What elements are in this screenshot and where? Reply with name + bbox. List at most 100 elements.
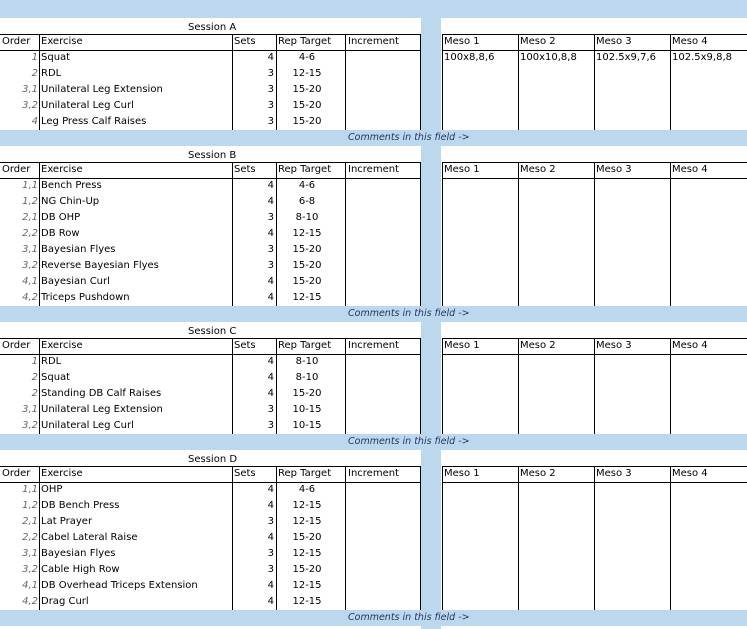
order-cell[interactable]: 1,2: [0, 498, 38, 514]
sets-cell[interactable]: 4: [233, 354, 274, 370]
order-cell[interactable]: 2,2: [0, 530, 38, 546]
sets-cell[interactable]: 3: [233, 546, 274, 562]
order-cell[interactable]: 1: [0, 354, 38, 370]
rep-target-cell[interactable]: 4-6: [277, 482, 337, 498]
order-cell[interactable]: 1: [0, 50, 38, 66]
sets-cell[interactable]: 4: [233, 386, 274, 402]
rep-target-cell[interactable]: 15-20: [277, 98, 337, 114]
exercise-cell[interactable]: Standing DB Calf Raises: [41, 386, 161, 402]
order-cell[interactable]: 4,2: [0, 594, 38, 610]
exercise-cell[interactable]: Squat: [41, 50, 70, 66]
exercise-cell[interactable]: RDL: [41, 354, 61, 370]
rep-target-cell[interactable]: 15-20: [277, 386, 337, 402]
rep-target-cell[interactable]: 12-15: [277, 66, 337, 82]
exercise-cell[interactable]: Unilateral Leg Curl: [41, 98, 134, 114]
order-cell[interactable]: 3,2: [0, 562, 38, 578]
rep-target-cell[interactable]: 15-20: [277, 274, 337, 290]
rep-target-cell[interactable]: 15-20: [277, 562, 337, 578]
sets-cell[interactable]: 3: [233, 82, 274, 98]
sets-cell[interactable]: 3: [233, 98, 274, 114]
order-cell[interactable]: 1,1: [0, 482, 38, 498]
order-cell[interactable]: 3,1: [0, 82, 38, 98]
exercise-cell[interactable]: Cable High Row: [41, 562, 120, 578]
order-cell[interactable]: 3,1: [0, 402, 38, 418]
rep-target-cell[interactable]: 15-20: [277, 242, 337, 258]
sets-cell[interactable]: 4: [233, 370, 274, 386]
exercise-cell[interactable]: Bayesian Flyes: [41, 546, 116, 562]
exercise-cell[interactable]: Cabel Lateral Raise: [41, 530, 138, 546]
order-cell[interactable]: 2: [0, 370, 38, 386]
order-cell[interactable]: 2: [0, 386, 38, 402]
order-cell[interactable]: 3,1: [0, 242, 38, 258]
rep-target-cell[interactable]: 12-15: [277, 578, 337, 594]
meso-value[interactable]: 102.5x9,8,8: [672, 50, 732, 66]
sets-cell[interactable]: 3: [233, 242, 274, 258]
rep-target-cell[interactable]: 12-15: [277, 514, 337, 530]
sets-cell[interactable]: 3: [233, 402, 274, 418]
rep-target-cell[interactable]: 15-20: [277, 82, 337, 98]
sets-cell[interactable]: 3: [233, 210, 274, 226]
order-cell[interactable]: 4: [0, 114, 38, 130]
sets-cell[interactable]: 4: [233, 194, 274, 210]
rep-target-cell[interactable]: 15-20: [277, 114, 337, 130]
order-cell[interactable]: 2,2: [0, 226, 38, 242]
exercise-cell[interactable]: Squat: [41, 370, 70, 386]
exercise-cell[interactable]: RDL: [41, 66, 61, 82]
sets-cell[interactable]: 4: [233, 178, 274, 194]
rep-target-cell[interactable]: 12-15: [277, 226, 337, 242]
sets-cell[interactable]: 4: [233, 578, 274, 594]
exercise-cell[interactable]: Unilateral Leg Extension: [41, 402, 163, 418]
rep-target-cell[interactable]: 12-15: [277, 546, 337, 562]
exercise-cell[interactable]: Drag Curl: [41, 594, 89, 610]
order-cell[interactable]: 2,1: [0, 514, 38, 530]
order-cell[interactable]: 3,1: [0, 546, 38, 562]
exercise-cell[interactable]: Leg Press Calf Raises: [41, 114, 146, 130]
order-cell[interactable]: 1,2: [0, 194, 38, 210]
meso-value[interactable]: 100x10,8,8: [520, 50, 577, 66]
order-cell[interactable]: 1,1: [0, 178, 38, 194]
sets-cell[interactable]: 4: [233, 50, 274, 66]
rep-target-cell[interactable]: 12-15: [277, 290, 337, 306]
rep-target-cell[interactable]: 15-20: [277, 530, 337, 546]
rep-target-cell[interactable]: 8-10: [277, 370, 337, 386]
order-cell[interactable]: 4,1: [0, 274, 38, 290]
order-cell[interactable]: 2: [0, 66, 38, 82]
meso-value[interactable]: 102.5x9,7,6: [596, 50, 656, 66]
exercise-cell[interactable]: Bench Press: [41, 178, 102, 194]
exercise-cell[interactable]: DB OHP: [41, 210, 80, 226]
rep-target-cell[interactable]: 4-6: [277, 178, 337, 194]
exercise-cell[interactable]: Reverse Bayesian Flyes: [41, 258, 159, 274]
meso-value[interactable]: 100x8,8,6: [444, 50, 494, 66]
rep-target-cell[interactable]: 10-15: [277, 402, 337, 418]
rep-target-cell[interactable]: 10-15: [277, 418, 337, 434]
sets-cell[interactable]: 3: [233, 114, 274, 130]
rep-target-cell[interactable]: 12-15: [277, 594, 337, 610]
sets-cell[interactable]: 3: [233, 562, 274, 578]
rep-target-cell[interactable]: 6-8: [277, 194, 337, 210]
rep-target-cell[interactable]: 4-6: [277, 50, 337, 66]
exercise-cell[interactable]: NG Chin-Up: [41, 194, 99, 210]
sets-cell[interactable]: 4: [233, 290, 274, 306]
sets-cell[interactable]: 4: [233, 274, 274, 290]
exercise-cell[interactable]: DB Row: [41, 226, 80, 242]
sets-cell[interactable]: 3: [233, 258, 274, 274]
sets-cell[interactable]: 4: [233, 226, 274, 242]
order-cell[interactable]: 4,1: [0, 578, 38, 594]
rep-target-cell[interactable]: 8-10: [277, 354, 337, 370]
sets-cell[interactable]: 4: [233, 594, 274, 610]
sets-cell[interactable]: 4: [233, 498, 274, 514]
exercise-cell[interactable]: Bayesian Flyes: [41, 242, 116, 258]
order-cell[interactable]: 3,2: [0, 418, 38, 434]
rep-target-cell[interactable]: 15-20: [277, 258, 337, 274]
exercise-cell[interactable]: OHP: [41, 482, 62, 498]
exercise-cell[interactable]: Unilateral Leg Curl: [41, 418, 134, 434]
order-cell[interactable]: 3,2: [0, 98, 38, 114]
exercise-cell[interactable]: Unilateral Leg Extension: [41, 82, 163, 98]
exercise-cell[interactable]: Triceps Pushdown: [41, 290, 130, 306]
order-cell[interactable]: 4,2: [0, 290, 38, 306]
sets-cell[interactable]: 3: [233, 66, 274, 82]
order-cell[interactable]: 3,2: [0, 258, 38, 274]
sets-cell[interactable]: 4: [233, 482, 274, 498]
exercise-cell[interactable]: Bayesian Curl: [41, 274, 110, 290]
sets-cell[interactable]: 4: [233, 530, 274, 546]
